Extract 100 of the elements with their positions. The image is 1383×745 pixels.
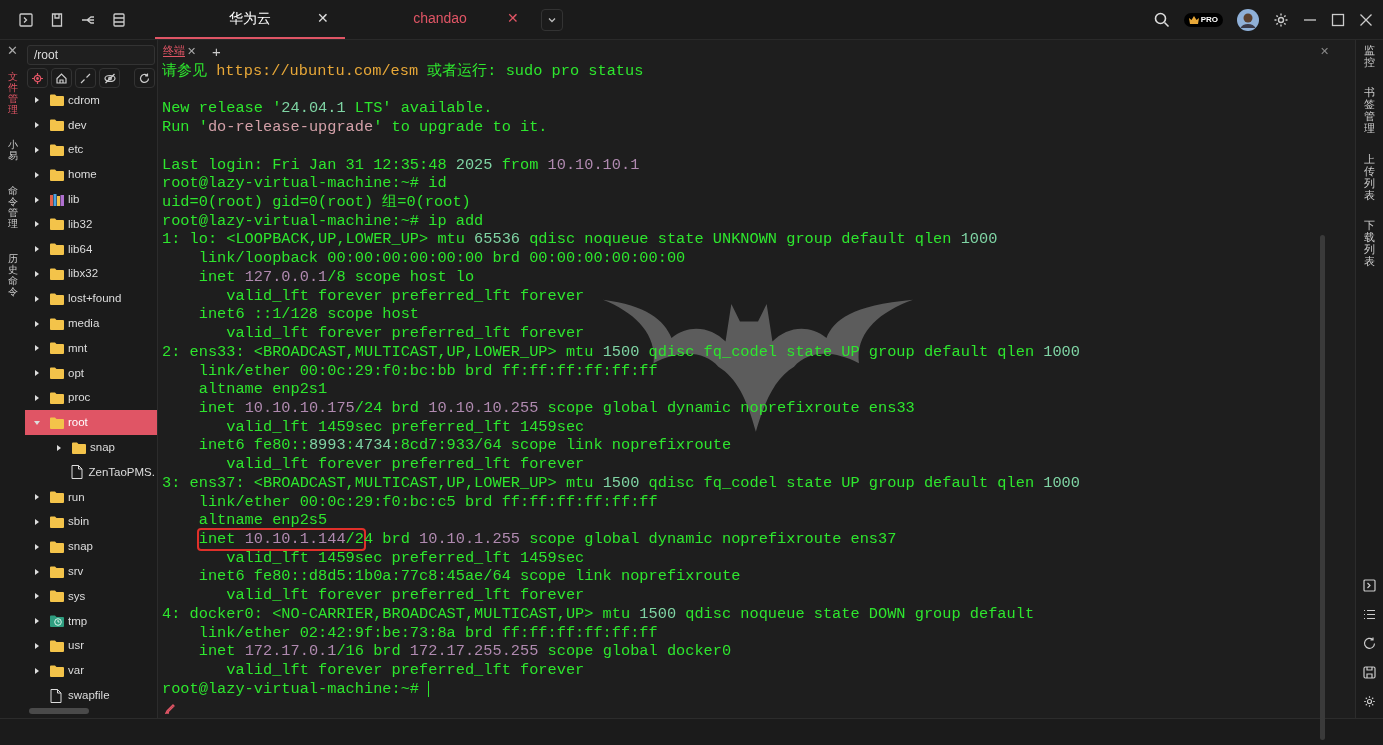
avatar-icon[interactable] (1237, 8, 1259, 31)
home-icon (56, 72, 67, 84)
folder-icon (50, 119, 64, 132)
caret-right-icon[interactable] (34, 122, 40, 129)
caret-right-icon[interactable] (34, 221, 40, 228)
tree-item[interactable]: swapfile (25, 683, 157, 708)
home-button[interactable] (51, 68, 72, 88)
terminal-line: 2: ens33: <BROADCAST,MULTICAST,UP,LOWER_UP> mtu 1500 qdisc fq_codel state UP group default qlen 1000 (162, 342, 1081, 362)
caret-right-icon[interactable] (34, 568, 40, 575)
caret-right-icon[interactable] (34, 593, 40, 600)
refresh-button[interactable] (134, 68, 155, 88)
refresh-icon[interactable] (1363, 637, 1376, 650)
tab-close-button[interactable]: ✕ (507, 8, 519, 29)
terminal-line: Run 'do-release-upgrade' to upgrade to it. (162, 118, 549, 137)
caret-right-icon[interactable] (34, 618, 40, 625)
side-tab[interactable]: 小易 (7, 139, 18, 161)
tree-item[interactable]: ZenTaoPMS. (25, 459, 157, 485)
path-field[interactable]: /root (27, 45, 155, 65)
terminal-icon[interactable] (19, 12, 33, 27)
terminal-line: inet6 fe80::8993:4734:8cd7:933/64 scope link noprefixroute (197, 436, 733, 456)
caret-right-icon[interactable] (34, 147, 40, 153)
tree-item[interactable]: lib64 (25, 236, 157, 262)
tree-item[interactable]: cdrom (25, 88, 157, 113)
tree-item[interactable]: srv (25, 559, 157, 584)
tree-item[interactable]: libx32 (25, 261, 157, 287)
books-icon (50, 193, 64, 206)
pen-icon[interactable] (165, 703, 176, 714)
caret-right-icon[interactable] (34, 196, 40, 203)
tree-item[interactable]: snap (25, 534, 157, 560)
add-tab-button[interactable]: + (212, 43, 221, 59)
tree-item[interactable]: snap (25, 435, 157, 460)
caret-right-icon[interactable] (34, 171, 40, 178)
folder-icon (50, 664, 64, 677)
side-tab[interactable]: 命令管理 (7, 185, 18, 229)
caret-right-icon[interactable] (34, 97, 40, 104)
tab-close-button[interactable]: ✕ (317, 8, 329, 29)
tree-item[interactable]: sbin (25, 509, 157, 535)
list-icon[interactable] (1363, 608, 1376, 621)
side-tab[interactable]: 历史命令 (7, 253, 18, 297)
terminal-tab[interactable]: 终端 (163, 45, 185, 57)
tree-item[interactable]: mnt (25, 335, 157, 361)
search-icon[interactable] (1153, 11, 1170, 28)
tree-item[interactable]: dev (25, 112, 157, 138)
tab-close-button[interactable]: ✕ (187, 45, 196, 57)
maximize-icon[interactable] (1331, 12, 1345, 27)
side-tab[interactable]: 上传列表 (1364, 152, 1375, 201)
side-tab[interactable]: 书签管理 (1364, 86, 1375, 135)
tree-item[interactable]: lost+found (25, 286, 157, 312)
terminal-line: altname enp2s5 (197, 511, 329, 530)
pro-badge[interactable]: PRO (1183, 12, 1223, 27)
scrollbar[interactable] (29, 708, 89, 714)
tree-item[interactable]: etc (25, 137, 157, 163)
tree-item[interactable]: tmp (25, 608, 157, 634)
locate-button[interactable] (27, 68, 48, 88)
settings-icon[interactable] (1363, 695, 1376, 708)
close-button[interactable]: ✕ (1320, 45, 1329, 57)
document-icon[interactable] (50, 12, 64, 27)
list-icon[interactable] (112, 12, 126, 27)
tree-item[interactable]: run (25, 484, 157, 510)
tree-item[interactable]: root (25, 410, 157, 436)
tree-item[interactable]: proc (25, 385, 157, 411)
close-button[interactable]: ✕ (7, 44, 18, 57)
tree-item[interactable]: lib32 (25, 212, 157, 237)
tree-item[interactable]: home (25, 162, 157, 188)
caret-right-icon[interactable] (34, 246, 40, 253)
caret-right-icon[interactable] (34, 494, 40, 501)
tree-item[interactable]: lib (25, 187, 157, 212)
caret-right-icon[interactable] (34, 320, 40, 327)
caret-right-icon[interactable] (34, 270, 40, 277)
side-tab[interactable]: 监控 (1364, 44, 1375, 69)
terminal-icon[interactable] (1363, 579, 1376, 592)
side-tab[interactable]: 下载列表 (1364, 218, 1375, 268)
caret-right-icon[interactable] (34, 394, 40, 401)
tab[interactable]: chandao ✕ (345, 0, 535, 39)
tree-item[interactable]: sys (25, 583, 157, 609)
side-tab[interactable]: 文件管理 (7, 71, 18, 115)
save-icon[interactable] (1363, 666, 1376, 679)
tree-item[interactable]: usr (25, 633, 157, 659)
tree-item[interactable]: opt (25, 360, 157, 386)
tree-item[interactable]: media (25, 311, 157, 336)
hide-button[interactable] (99, 68, 120, 88)
text-cursor (428, 681, 430, 698)
dropdown-button[interactable] (541, 8, 563, 31)
caret-right-icon[interactable] (56, 444, 62, 451)
folder-icon (50, 416, 64, 429)
caret-right-icon[interactable] (34, 667, 40, 674)
folder-icon (50, 367, 64, 380)
highlight-box: inet 10.10.1.144/2 (198, 529, 364, 549)
caret-right-icon[interactable] (34, 518, 40, 525)
hidden-eye-icon (103, 72, 116, 84)
scrollbar[interactable] (1320, 235, 1325, 740)
caret-right-icon[interactable] (34, 345, 40, 352)
caret-right-icon[interactable] (34, 295, 40, 302)
caret-right-icon[interactable] (34, 370, 40, 377)
caret-right-icon[interactable] (34, 642, 40, 649)
settings-icon[interactable] (1273, 11, 1289, 28)
tree-item[interactable]: var (25, 658, 157, 684)
caret-down-icon[interactable] (34, 419, 40, 426)
close-icon[interactable] (1359, 12, 1373, 27)
caret-right-icon[interactable] (34, 543, 40, 550)
